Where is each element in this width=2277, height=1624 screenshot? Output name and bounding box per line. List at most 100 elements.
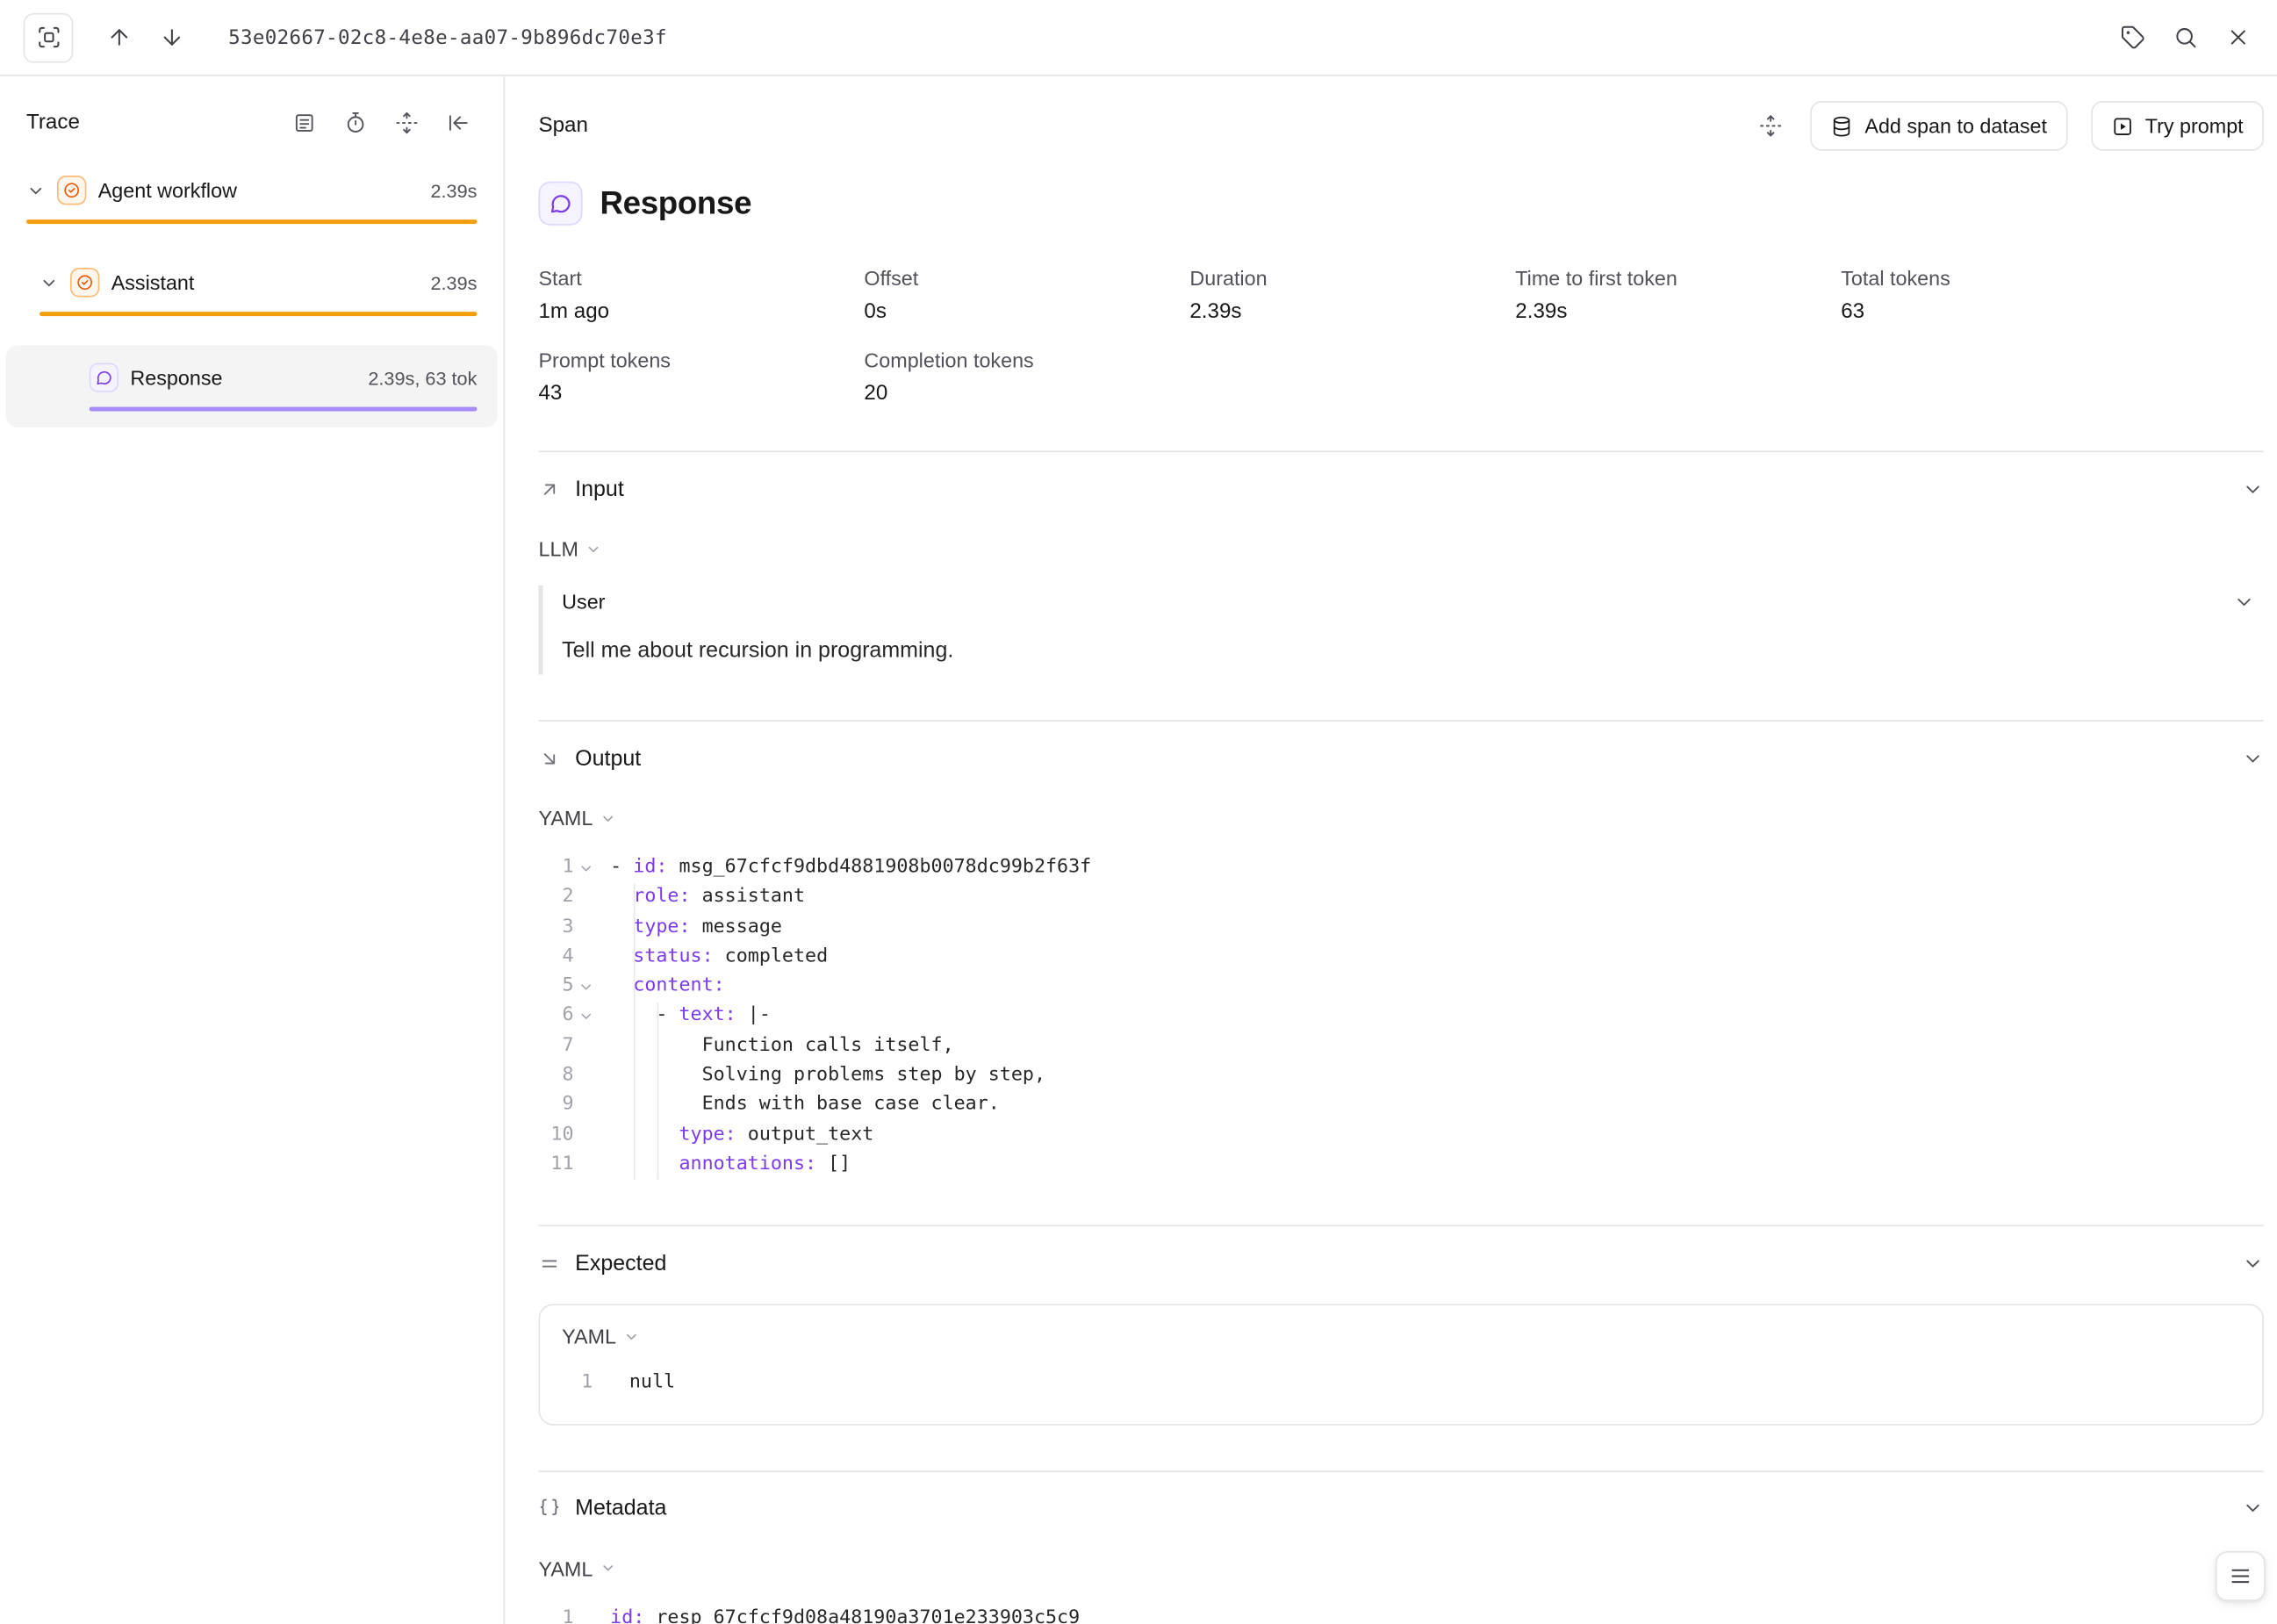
trace-timing-button[interactable] (336, 104, 374, 141)
collapse-sidebar-button[interactable] (439, 104, 477, 141)
output-format-select[interactable]: YAML (538, 807, 616, 830)
focus-trace-button[interactable] (24, 12, 74, 62)
code-text: type: message (610, 913, 782, 943)
expected-format-select[interactable]: YAML (557, 1325, 640, 1348)
fold-spacer (574, 1061, 598, 1091)
code-text: status: completed (610, 942, 828, 972)
fold-chevron-icon[interactable] (574, 972, 598, 1002)
braces-icon (538, 1498, 560, 1520)
input-section-title: Input (575, 477, 624, 501)
trace-notes-button[interactable] (285, 104, 323, 141)
tree-row-assistant[interactable]: Assistant 2.39s (6, 253, 498, 329)
output-format-label: YAML (538, 807, 593, 830)
fold-spacer (574, 1091, 598, 1121)
output-yaml-code: 1- id: msg_67cfcf9dbd4881908b0078dc99b2f… (538, 853, 2264, 1180)
next-span-button[interactable] (149, 16, 193, 60)
floating-menu-button[interactable] (2216, 1551, 2266, 1601)
chevron-down-icon[interactable] (2242, 1498, 2264, 1520)
metadata-format-select[interactable]: YAML (538, 1556, 616, 1580)
output-section-title: Output (575, 745, 641, 770)
try-prompt-button[interactable]: Try prompt (2091, 101, 2264, 151)
expand-all-button[interactable] (388, 104, 426, 141)
metric-value: 63 (1841, 300, 2264, 324)
metadata-format-label: YAML (538, 1556, 593, 1580)
fold-spacer (574, 1603, 598, 1624)
tree-row-label: Assistant (111, 270, 195, 294)
previous-span-button[interactable] (97, 16, 140, 60)
metadata-section-title: Metadata (575, 1496, 666, 1520)
notes-icon (292, 111, 316, 135)
metadata-section-header[interactable]: Metadata (538, 1488, 2264, 1529)
span-panel-header: Span Add span to dataset (538, 97, 2264, 155)
indent-guide (657, 1002, 659, 1180)
input-message-block: User Tell me about recursion in programm… (538, 586, 2264, 675)
tree-row-agent-workflow[interactable]: Agent workflow 2.39s (6, 161, 498, 237)
tree-row-head: Assistant 2.39s (40, 268, 477, 297)
code-line: 5 content: (538, 972, 2264, 1002)
code-line: 10 type: output_text (538, 1120, 2264, 1150)
trace-viewer-window: 53e02667-02c8-4e8e-aa07-9b896dc70e3f Tra… (0, 0, 2277, 1624)
metric-label: Start (538, 266, 864, 290)
tree-row-label: Agent workflow (98, 178, 237, 202)
code-text: id: resp_67cfcf9d08a48190a3701e233903c5c… (610, 1603, 1080, 1624)
metric-completion-tokens: Completion tokens 20 (864, 349, 1189, 406)
tags-button[interactable] (2110, 16, 2154, 60)
tree-row-label: Response (130, 366, 222, 390)
metric-label: Duration (1189, 266, 1515, 290)
arrow-down-icon (159, 25, 183, 49)
span-detail-panel: Span Add span to dataset (505, 76, 2277, 1624)
input-section-header[interactable]: Input (538, 468, 2264, 509)
metric-label: Time to first token (1515, 266, 1841, 290)
tag-icon (2120, 25, 2144, 49)
code-line: 7 Function calls itself, (538, 1031, 2264, 1061)
line-number: 3 (538, 913, 573, 943)
line-number: 6 (538, 1002, 573, 1031)
metric-value: 2.39s (1189, 300, 1515, 324)
tree-row-response[interactable]: Response 2.39s, 63 tok (6, 345, 498, 427)
tree-row-duration: 2.39s, 63 tok (356, 367, 477, 389)
close-button[interactable] (2216, 16, 2259, 60)
add-span-to-dataset-button[interactable]: Add span to dataset (1811, 101, 2068, 151)
expected-section-header[interactable]: Expected (538, 1243, 2264, 1284)
output-section-header[interactable]: Output (538, 737, 2264, 779)
trace-panel-title: Trace (26, 111, 80, 135)
code-line: 9 Ends with base case clear. (538, 1091, 2264, 1121)
code-text: null (629, 1369, 675, 1398)
code-line: 1 id: resp_67cfcf9d08a48190a3701e233903c5… (538, 1603, 2264, 1624)
line-number: 1 (557, 1369, 593, 1398)
metric-time-to-first-token: Time to first token 2.39s (1515, 266, 1841, 323)
close-icon (2225, 25, 2250, 49)
fold-chevron-icon[interactable] (574, 853, 598, 883)
code-text: Solving problems step by step, (610, 1061, 1045, 1091)
expand-sections-button[interactable] (1749, 104, 1793, 147)
chevron-down-icon[interactable] (2242, 1253, 2264, 1275)
code-line: 1 null (557, 1369, 2245, 1398)
line-number: 1 (538, 1603, 573, 1624)
chevron-down-icon[interactable] (26, 181, 46, 200)
tree-row-duration: 2.39s (419, 271, 477, 293)
chevron-down-icon[interactable] (2242, 478, 2264, 499)
fold-spacer (574, 1150, 598, 1180)
chevron-down-icon[interactable] (40, 273, 59, 292)
search-button[interactable] (2163, 16, 2207, 60)
fold-spacer (574, 1031, 598, 1061)
equals-icon (538, 1253, 560, 1275)
line-number: 1 (538, 853, 573, 883)
trace-sidebar: Trace (0, 76, 505, 1624)
window-body: Trace (0, 76, 2277, 1624)
input-format-select[interactable]: LLM (538, 537, 601, 561)
try-prompt-label: Try prompt (2145, 114, 2244, 138)
menu-icon (2229, 1564, 2252, 1588)
chevron-down-icon (600, 810, 616, 826)
span-name: Response (600, 184, 752, 222)
topbar: 53e02667-02c8-4e8e-aa07-9b896dc70e3f (0, 0, 2277, 76)
line-number: 8 (538, 1061, 573, 1091)
code-line: 11 annotations: [] (538, 1150, 2264, 1180)
chevron-down-icon[interactable] (2242, 747, 2264, 769)
line-number: 2 (538, 883, 573, 913)
span-metrics: Start 1m ago Offset 0s Duration 2.39s Ti… (538, 266, 2264, 405)
chevron-down-icon[interactable] (2233, 591, 2255, 613)
span-panel-title: Span (538, 114, 587, 138)
fold-spacer (574, 942, 598, 972)
fold-chevron-icon[interactable] (574, 1002, 598, 1031)
